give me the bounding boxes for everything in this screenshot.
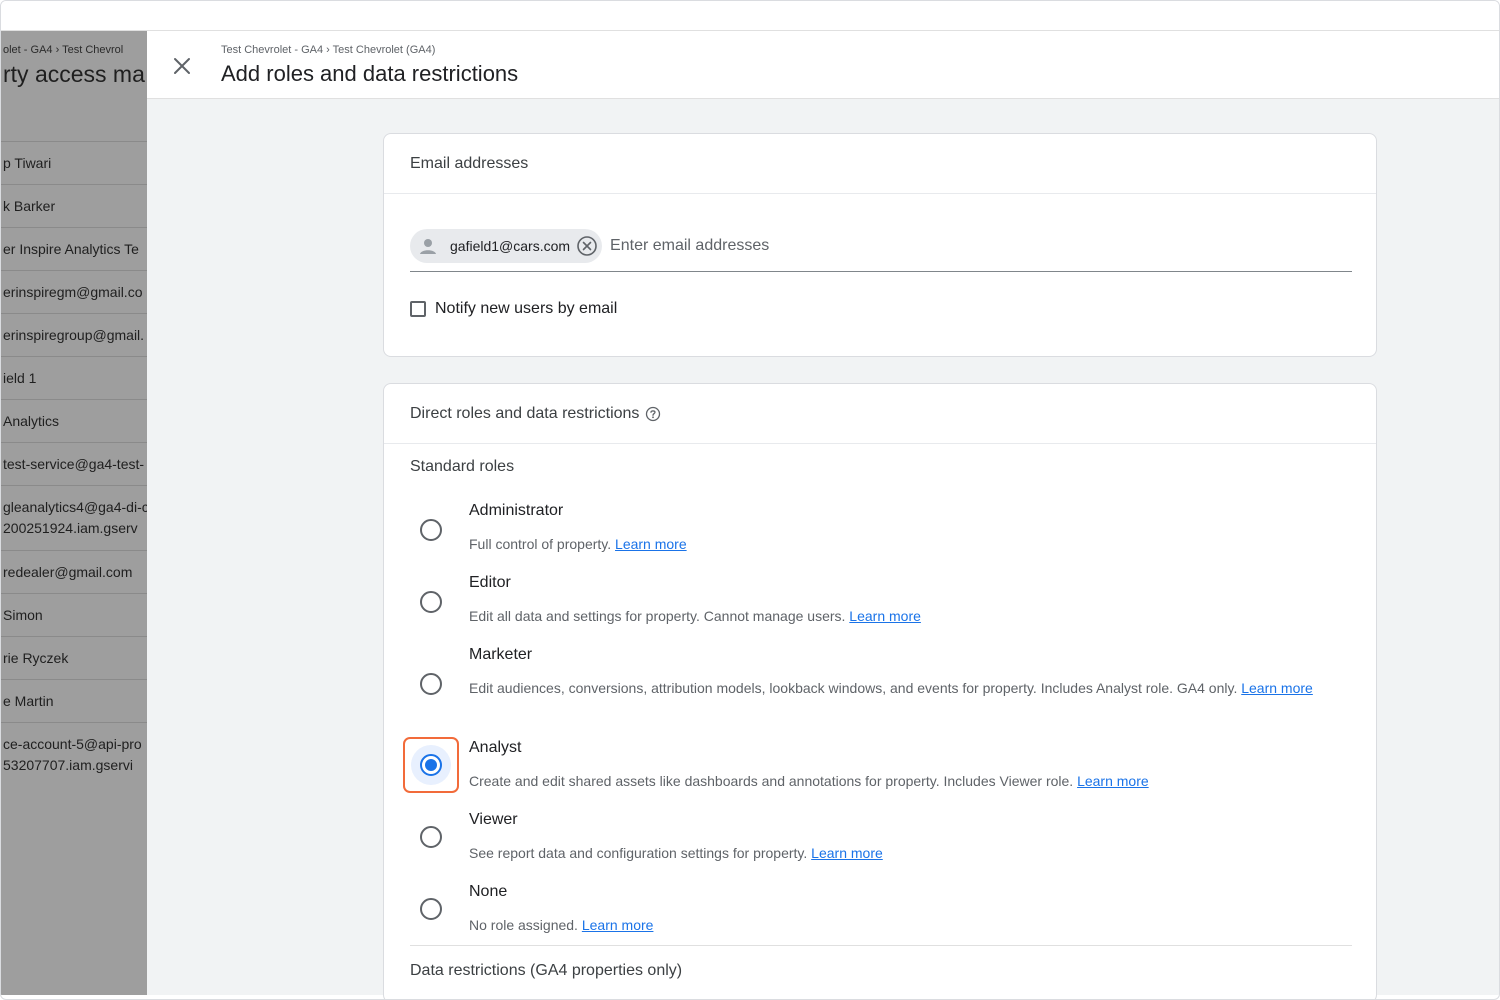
learn-more-link[interactable]: Learn more — [849, 608, 921, 624]
data-restrictions-label: Data restrictions (GA4 properties only) — [410, 962, 683, 979]
email-chip-label: gafield1@cars.com — [450, 237, 571, 254]
radio-checked-icon — [420, 754, 442, 776]
background-user-name: rie Ryczek — [3, 650, 69, 666]
role-description: Edit audiences, conversions, attribution… — [469, 678, 1329, 699]
standard-roles-label: Standard roles — [410, 458, 515, 475]
radio-unchecked-icon — [420, 673, 442, 695]
learn-more-link[interactable]: Learn more — [1241, 680, 1313, 696]
help-icon[interactable] — [645, 406, 661, 422]
background-user-name: e Martin — [3, 693, 54, 709]
background-user-row: rie Ryczek — [1, 636, 147, 679]
email-input-row: gafield1@cars.com — [410, 228, 1352, 272]
role-description-text: Edit audiences, conversions, attribution… — [469, 680, 1238, 696]
role-description: Full control of property. Learn more — [469, 534, 1329, 555]
background-user-row: er Inspire Analytics Te — [1, 227, 147, 270]
role-name: Administrator — [469, 502, 564, 519]
role-name: Marketer — [469, 646, 533, 663]
radio-focus-halo — [411, 745, 451, 785]
app-window: olet - GA4 › Test Chevrol rty access ma … — [0, 0, 1500, 1000]
roles-card-header: Direct roles and data restrictions — [384, 384, 1376, 444]
background-user-name: Analytics — [3, 413, 60, 429]
role-description-text: See report data and configuration settin… — [469, 845, 808, 861]
roles-card: Direct roles and data restrictions Stand… — [383, 383, 1377, 999]
email-chip[interactable]: gafield1@cars.com — [410, 228, 603, 263]
background-user-name: redealer@gmail.com — [3, 564, 133, 580]
role-radio-administrator[interactable] — [410, 509, 452, 551]
role-description: Edit all data and settings for property.… — [469, 606, 1329, 627]
learn-more-link[interactable]: Learn more — [1077, 773, 1149, 789]
radio-unchecked-icon — [420, 898, 442, 920]
role-radio-marketer[interactable] — [410, 663, 452, 705]
background-user-name: gleanalytics4@ga4-di-c — [3, 499, 147, 515]
role-description: No role assigned. Learn more — [469, 915, 1329, 936]
add-roles-dialog: Test Chevrolet - GA4 › Test Chevrolet (G… — [147, 31, 1499, 999]
background-user-name: ield 1 — [3, 370, 37, 386]
role-name: Viewer — [469, 811, 518, 828]
role-description: Create and edit shared assets like dashb… — [469, 771, 1329, 792]
background-user-name: er Inspire Analytics Te — [3, 241, 139, 257]
background-page-title: rty access ma — [3, 61, 145, 87]
learn-more-link[interactable]: Learn more — [582, 917, 654, 933]
background-user-row: e Martin — [1, 679, 147, 722]
role-radio-editor[interactable] — [410, 581, 452, 623]
background-user-name: p Tiwari — [3, 155, 52, 171]
background-user-row: erinspiregroup@gmail. — [1, 313, 147, 356]
role-description-text: Edit all data and settings for property.… — [469, 608, 846, 624]
background-user-name: erinspiregm@gmail.co — [3, 284, 143, 300]
notify-users-checkbox[interactable] — [410, 301, 426, 317]
radio-unchecked-icon — [420, 591, 442, 613]
background-user-row: test-service@ga4-test- — [1, 442, 147, 485]
notify-users-option[interactable]: Notify new users by email — [410, 300, 617, 318]
background-user-name-line2: 200251924.iam.gserv — [3, 520, 138, 536]
role-description-text: Full control of property. — [469, 536, 612, 552]
role-radio-viewer[interactable] — [410, 816, 452, 858]
role-description-text: Create and edit shared assets like dashb… — [469, 773, 1074, 789]
dialog-title: Add roles and data restrictions — [221, 61, 519, 86]
background-user-row: Simon — [1, 593, 147, 636]
notify-users-label: Notify new users by email — [435, 300, 618, 317]
background-user-name: erinspiregroup@gmail. — [3, 327, 145, 343]
learn-more-link[interactable]: Learn more — [615, 536, 687, 552]
email-addresses-input[interactable] — [610, 236, 1011, 255]
background-property-access-page: olet - GA4 › Test Chevrol rty access ma … — [1, 31, 147, 995]
radio-unchecked-icon — [420, 519, 442, 541]
role-radio-none[interactable] — [410, 888, 452, 930]
email-addresses-card: Email addresses gafield1@cars.com Enter … — [383, 133, 1377, 357]
background-user-row: Analytics — [1, 399, 147, 442]
background-user-name: test-service@ga4-test- — [3, 456, 145, 472]
background-user-row: p Tiwari — [1, 141, 147, 184]
close-icon — [174, 58, 190, 74]
background-user-row: ield 1 — [1, 356, 147, 399]
roles-card-title: Direct roles and data restrictions — [410, 404, 640, 422]
close-button[interactable] — [169, 53, 195, 79]
background-user-list: p Tiwari k Barker er Inspire Analytics Te e… — [1, 141, 147, 787]
background-user-name: ce-account-5@api-pro — [3, 736, 142, 752]
background-user-row: k Barker — [1, 184, 147, 227]
person-avatar-icon — [416, 233, 440, 258]
dialog-header: Test Chevrolet - GA4 › Test Chevrolet (G… — [147, 31, 1499, 99]
role-description-text: No role assigned. — [469, 917, 578, 933]
browser-top-strip — [1, 1, 1499, 31]
background-user-name-line2: 53207707.iam.gservi — [3, 757, 133, 773]
background-user-row: redealer@gmail.com — [1, 550, 147, 593]
remove-chip-icon[interactable] — [576, 235, 598, 257]
role-description: See report data and configuration settin… — [469, 843, 1329, 864]
background-user-row: erinspiregm@gmail.co — [1, 270, 147, 313]
role-radio-analyst[interactable] — [403, 737, 459, 793]
role-name: Editor — [469, 574, 511, 591]
background-breadcrumb: olet - GA4 › Test Chevrol — [3, 44, 124, 56]
dialog-breadcrumb: Test Chevrolet - GA4 › Test Chevrolet (G… — [221, 44, 436, 56]
role-name: Analyst — [469, 739, 522, 756]
background-user-name: Simon — [3, 607, 43, 623]
background-user-name: k Barker — [3, 198, 56, 214]
learn-more-link[interactable]: Learn more — [811, 845, 883, 861]
email-card-header: Email addresses — [384, 134, 1376, 194]
background-user-row: gleanalytics4@ga4-di-c 200251924.iam.gser… — [1, 485, 147, 550]
radio-unchecked-icon — [420, 826, 442, 848]
role-name: None — [469, 883, 508, 900]
section-divider — [410, 945, 1352, 946]
background-user-row: ce-account-5@api-pro 53207707.iam.gservi — [1, 722, 147, 787]
